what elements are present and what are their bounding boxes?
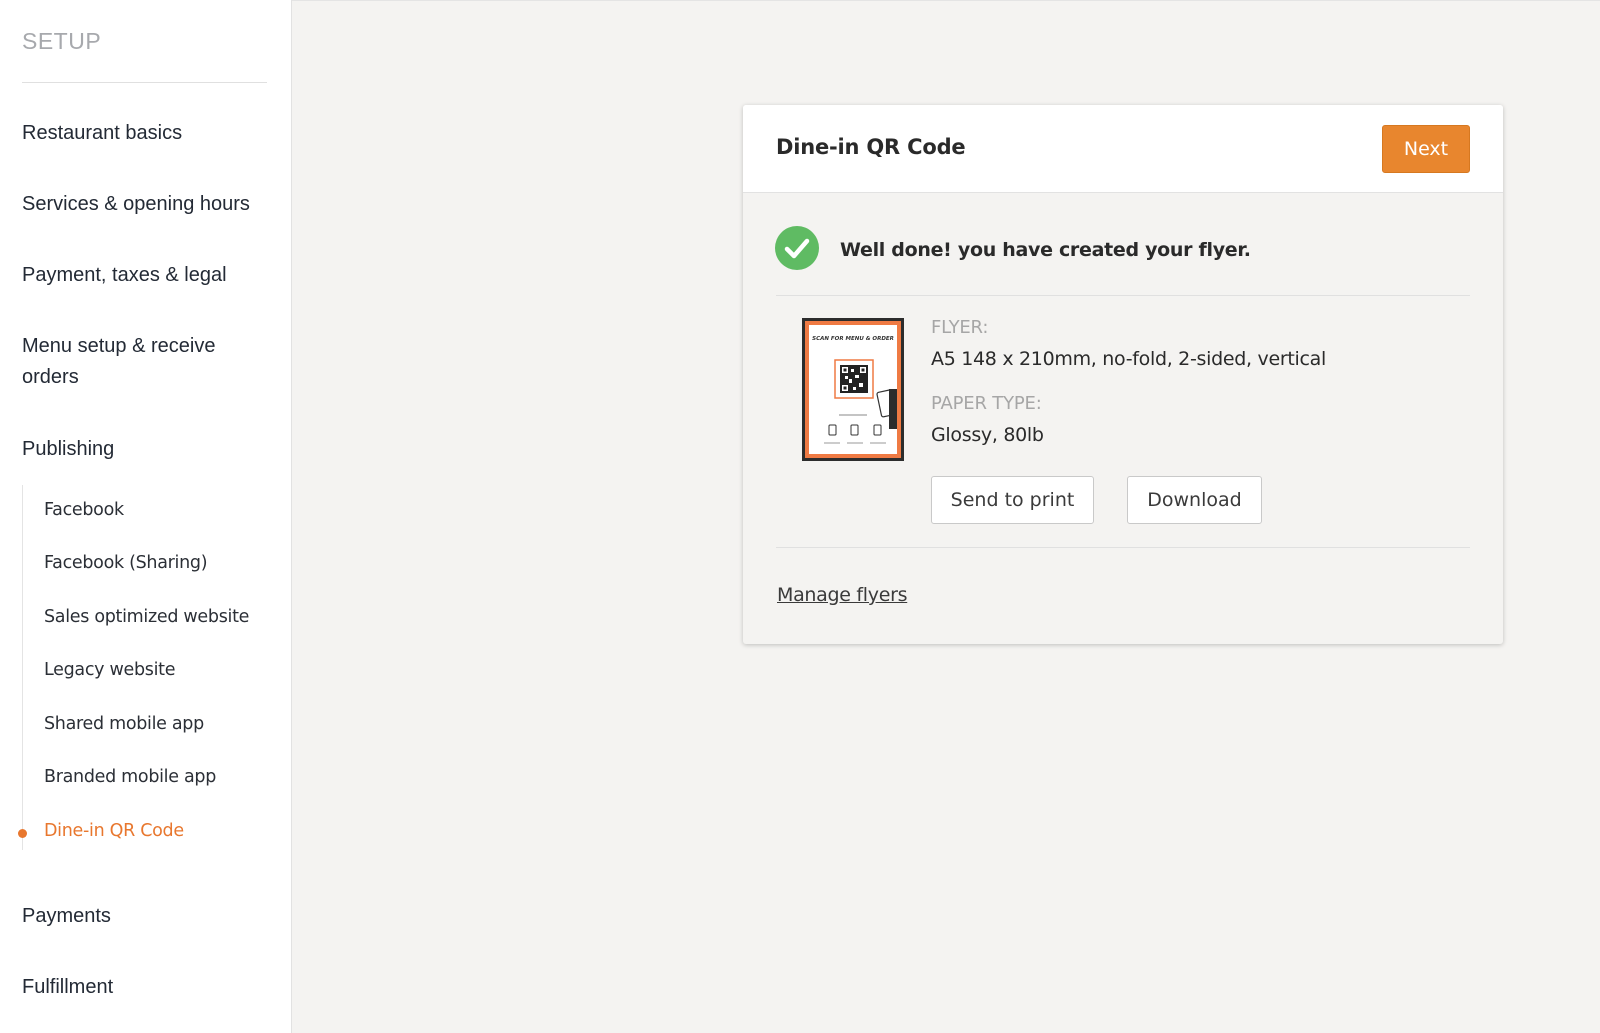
publishing-submenu: Facebook Facebook (Sharing) Sales optimi… bbox=[18, 485, 272, 850]
send-to-print-button[interactable]: Send to print bbox=[931, 476, 1094, 524]
sidebar-subitem-dine-in-qr[interactable]: Dine-in QR Code bbox=[44, 821, 184, 841]
sidebar-item-fulfillment[interactable]: Fulfillment bbox=[22, 972, 262, 1003]
flyer-value: A5 148 x 210mm, no-fold, 2-sided, vertic… bbox=[931, 348, 1326, 370]
paper-type-label: PAPER TYPE: bbox=[931, 393, 1042, 414]
sidebar-subitem-legacy-website[interactable]: Legacy website bbox=[44, 660, 175, 680]
flyer-preview-graphic: SCAN FOR MENU & ORDER bbox=[812, 336, 897, 444]
divider bbox=[776, 295, 1470, 296]
flyer-label: FLYER: bbox=[931, 317, 989, 338]
check-circle-icon bbox=[775, 226, 819, 270]
sidebar-item-publishing[interactable]: Publishing bbox=[22, 434, 262, 465]
setup-sidebar: SETUP Restaurant basics Services & openi… bbox=[0, 0, 292, 1033]
sidebar-item-menu-setup[interactable]: Menu setup & receive orders bbox=[22, 331, 237, 393]
sidebar-title: SETUP bbox=[22, 28, 102, 54]
flyer-thumbnail-heading: SCAN FOR MENU & ORDER bbox=[812, 336, 894, 342]
active-indicator-dot bbox=[18, 829, 27, 838]
sidebar-subitem-branded-app[interactable]: Branded mobile app bbox=[44, 767, 216, 787]
qr-code-card: Dine-in QR Code Next Well done! you have… bbox=[743, 105, 1503, 644]
sidebar-subitem-facebook-sharing[interactable]: Facebook (Sharing) bbox=[44, 553, 208, 573]
success-message: Well done! you have created your flyer. bbox=[840, 239, 1251, 261]
sidebar-subitem-shared-app[interactable]: Shared mobile app bbox=[44, 714, 204, 734]
sidebar-item-payment-taxes[interactable]: Payment, taxes & legal bbox=[22, 260, 262, 291]
flyer-thumbnail[interactable]: SCAN FOR MENU & ORDER bbox=[802, 318, 904, 461]
divider bbox=[776, 547, 1470, 548]
card-title: Dine-in QR Code bbox=[776, 135, 966, 159]
sidebar-item-services-hours[interactable]: Services & opening hours bbox=[22, 189, 262, 220]
sidebar-divider bbox=[22, 82, 267, 83]
download-button[interactable]: Download bbox=[1127, 476, 1262, 524]
sidebar-item-restaurant-basics[interactable]: Restaurant basics bbox=[22, 118, 262, 149]
card-header: Dine-in QR Code Next bbox=[743, 105, 1503, 193]
top-border bbox=[292, 0, 1600, 1]
paper-type-value: Glossy, 80lb bbox=[931, 424, 1044, 446]
next-button[interactable]: Next bbox=[1382, 125, 1470, 173]
sidebar-item-payments[interactable]: Payments bbox=[22, 901, 262, 932]
sidebar-subitem-sales-website[interactable]: Sales optimized website bbox=[44, 607, 249, 627]
sidebar-subitem-facebook[interactable]: Facebook bbox=[44, 500, 124, 520]
manage-flyers-link[interactable]: Manage flyers bbox=[777, 584, 908, 606]
